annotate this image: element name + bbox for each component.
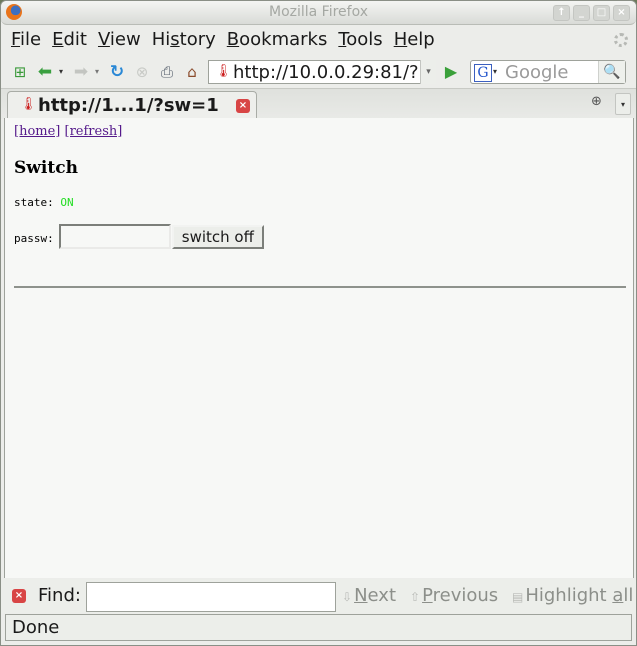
find-previous-accel: P bbox=[422, 585, 433, 606]
maximize-icon[interactable]: □ bbox=[593, 5, 610, 21]
find-bar: × Find: ⇩ Next ⇧ Previous ▤ Highlight all bbox=[1, 579, 636, 613]
google-engine-icon[interactable]: G bbox=[474, 64, 492, 82]
back-dropdown-icon[interactable]: ▾ bbox=[56, 63, 66, 81]
menu-view[interactable]: View bbox=[92, 27, 146, 53]
url-text[interactable]: http://10.0.0.29:81/? bbox=[233, 62, 419, 83]
arrow-down-icon: ⇩ bbox=[342, 590, 353, 604]
forward-dropdown-icon[interactable]: ▾ bbox=[92, 63, 102, 81]
find-next-button[interactable]: ⇩ Next bbox=[342, 585, 396, 606]
browser-window: Mozilla Firefox ↑ _ □ × File Edit View H… bbox=[0, 0, 637, 646]
tab-label: http://1...1/?sw=1 bbox=[38, 95, 219, 116]
state-row: state: ON bbox=[14, 196, 74, 209]
menu-edit-label: dit bbox=[63, 29, 87, 50]
menu-bookmarks-label: ookmarks bbox=[239, 29, 328, 50]
home-link[interactable]: [home] bbox=[14, 124, 60, 139]
state-value: ON bbox=[60, 196, 74, 209]
status-bar: Done bbox=[5, 614, 632, 641]
menu-edit[interactable]: Edit bbox=[46, 27, 92, 53]
new-tab-button-icon[interactable]: ⊕ bbox=[591, 94, 613, 110]
menu-file-accel: F bbox=[11, 29, 21, 50]
tab-bar: 🌡 http://1...1/?sw=1 × ⊕ ▾ bbox=[1, 88, 636, 119]
highlight-pre: Highlight bbox=[525, 585, 613, 606]
search-placeholder[interactable]: Google bbox=[505, 62, 568, 83]
menu-history-pre: Hi bbox=[151, 29, 171, 50]
find-input[interactable] bbox=[86, 582, 336, 612]
menu-file-label: ile bbox=[20, 29, 42, 50]
highlight-all-button[interactable]: ▤ Highlight all bbox=[512, 585, 633, 606]
forward-icon[interactable]: ➡ bbox=[72, 63, 90, 81]
throbber-icon bbox=[614, 33, 628, 47]
close-icon[interactable]: × bbox=[613, 5, 630, 21]
highlight-icon: ▤ bbox=[512, 590, 524, 604]
menu-tools[interactable]: Tools bbox=[332, 27, 387, 53]
tab-favicon-thermometer-icon: 🌡 bbox=[20, 97, 37, 112]
url-history-dropdown-icon[interactable]: ▾ bbox=[420, 60, 436, 84]
menu-bar: File Edit View History Bookmarks Tools H… bbox=[5, 27, 440, 53]
menu-help[interactable]: Help bbox=[388, 27, 440, 53]
reload-icon[interactable]: ↻ bbox=[108, 63, 126, 81]
menu-bookmarks[interactable]: Bookmarks bbox=[221, 27, 333, 53]
find-previous-label: revious bbox=[432, 585, 499, 606]
menu-help-accel: H bbox=[393, 29, 408, 50]
refresh-link[interactable]: [refresh] bbox=[65, 124, 123, 139]
menu-edit-accel: E bbox=[52, 29, 64, 50]
home-icon[interactable]: ⌂ bbox=[183, 63, 201, 81]
menu-history-label: tory bbox=[179, 29, 216, 50]
window-title: Mozilla Firefox bbox=[268, 4, 369, 20]
tab-close-icon[interactable]: × bbox=[236, 99, 250, 113]
menu-view-accel: V bbox=[97, 29, 110, 50]
page-heading: Switch bbox=[14, 158, 78, 178]
tab-active[interactable]: 🌡 http://1...1/?sw=1 × bbox=[7, 91, 257, 119]
menu-history[interactable]: History bbox=[146, 27, 221, 53]
go-icon[interactable]: ▶ bbox=[439, 61, 463, 83]
url-bar[interactable]: 🌡 http://10.0.0.29:81/? bbox=[208, 60, 436, 84]
roll-up-icon[interactable]: ↑ bbox=[553, 5, 570, 21]
horizontal-rule bbox=[14, 286, 626, 288]
menu-help-label: elp bbox=[407, 29, 435, 50]
find-label: Find: bbox=[38, 585, 81, 606]
password-input[interactable] bbox=[58, 224, 171, 249]
print-icon[interactable]: ⎙ bbox=[158, 63, 176, 81]
new-tab-icon[interactable]: ⊞ bbox=[11, 63, 29, 81]
menu-history-accel: s bbox=[170, 29, 180, 50]
find-previous-button[interactable]: ⇧ Previous bbox=[410, 585, 498, 606]
page-content: [home] [refresh] Switch state: ON passw:… bbox=[4, 118, 634, 578]
search-magnifier-icon[interactable]: 🔍 bbox=[598, 61, 625, 83]
site-favicon-thermometer-icon: 🌡 bbox=[215, 64, 232, 79]
stop-icon[interactable]: ⊗ bbox=[133, 63, 151, 81]
title-bar[interactable]: Mozilla Firefox ↑ _ □ × bbox=[1, 1, 636, 25]
back-icon[interactable]: ⬅ bbox=[36, 63, 54, 81]
minimize-icon[interactable]: _ bbox=[573, 5, 590, 21]
status-text: Done bbox=[12, 617, 60, 638]
engine-dropdown-icon[interactable]: ▾ bbox=[493, 64, 497, 80]
menu-tools-label: ools bbox=[346, 29, 383, 50]
password-label: passw: bbox=[14, 232, 54, 245]
find-next-accel: N bbox=[354, 585, 368, 606]
find-close-icon[interactable]: × bbox=[12, 589, 26, 603]
nav-links: [home] [refresh] bbox=[14, 124, 122, 139]
find-next-label: ext bbox=[367, 585, 396, 606]
menu-bookmarks-accel: B bbox=[226, 29, 240, 50]
arrow-up-icon: ⇧ bbox=[410, 590, 421, 604]
tab-list-dropdown-icon[interactable]: ▾ bbox=[615, 93, 631, 115]
state-label: state: bbox=[14, 196, 54, 209]
highlight-label: ll bbox=[623, 585, 634, 606]
highlight-accel: a bbox=[612, 585, 624, 606]
search-box[interactable]: G ▾ Google 🔍 bbox=[470, 60, 626, 84]
password-form: passw: switch off bbox=[14, 224, 264, 249]
menu-view-label: iew bbox=[109, 29, 141, 50]
menu-file[interactable]: File bbox=[5, 27, 46, 53]
switch-off-button[interactable]: switch off bbox=[171, 224, 264, 249]
